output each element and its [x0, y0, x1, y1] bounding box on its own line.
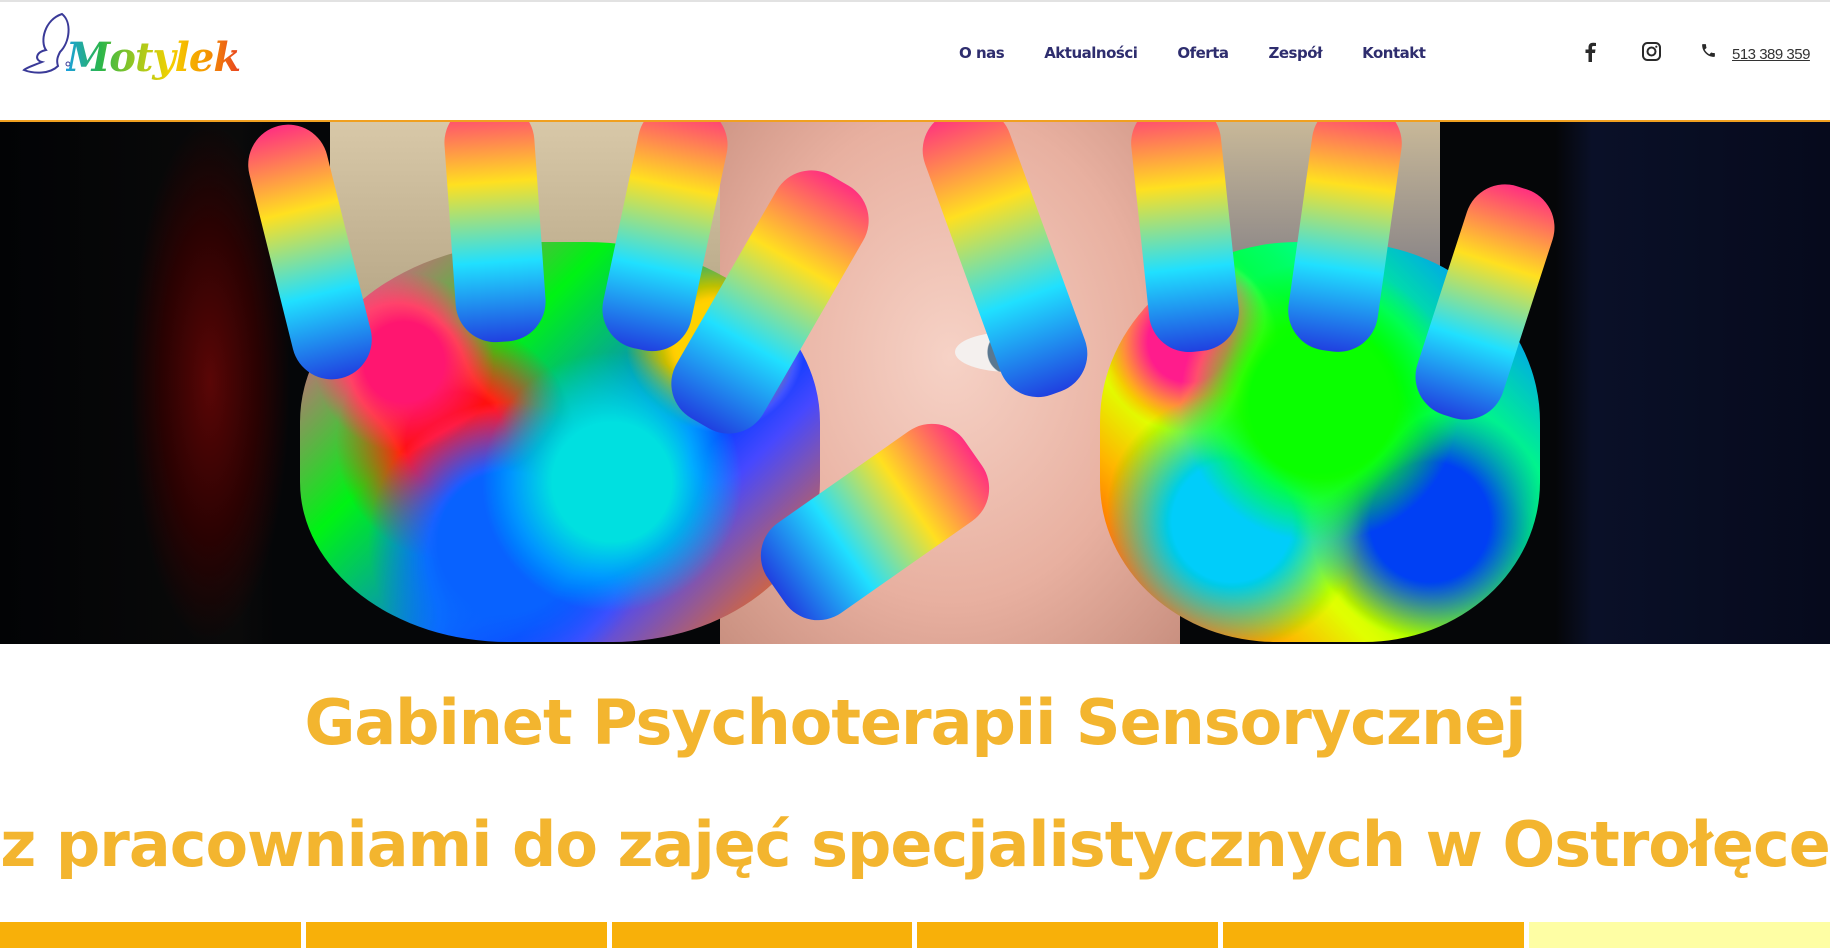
- site-header: Motylek O nas Aktualności Oferta Zespół …: [0, 0, 1830, 122]
- nav-zespol[interactable]: Zespół: [1269, 44, 1323, 62]
- offer-tile[interactable]: [1223, 922, 1525, 948]
- hero-image: [0, 122, 1830, 644]
- instagram-icon[interactable]: [1642, 42, 1661, 61]
- facebook-icon[interactable]: [1584, 42, 1596, 62]
- offer-tile[interactable]: [611, 922, 913, 948]
- butterfly-icon: [22, 12, 71, 74]
- nav-o-nas[interactable]: O nas: [959, 44, 1005, 62]
- phone-number[interactable]: 513 389 359: [1732, 46, 1810, 63]
- logo[interactable]: Motylek: [22, 10, 241, 92]
- offer-tile[interactable]: [917, 922, 1219, 948]
- page-title-line1: Gabinet Psychoterapii Sensorycznej: [304, 686, 1526, 759]
- offer-tile[interactable]: [305, 922, 607, 948]
- logo-text: Motylek: [66, 34, 241, 81]
- nav-oferta[interactable]: Oferta: [1177, 44, 1229, 62]
- offer-tiles: [0, 922, 1830, 948]
- offer-tile[interactable]: [1529, 922, 1830, 948]
- offer-tile[interactable]: [0, 922, 301, 948]
- main-nav: O nas Aktualności Oferta Zespół Kontakt: [959, 44, 1426, 62]
- page-title-line2: z pracowniami do zajęć specjalistycznych…: [0, 808, 1830, 881]
- phone-icon: [1700, 42, 1717, 59]
- nav-kontakt[interactable]: Kontakt: [1362, 44, 1426, 62]
- nav-aktualnosci[interactable]: Aktualności: [1044, 44, 1138, 62]
